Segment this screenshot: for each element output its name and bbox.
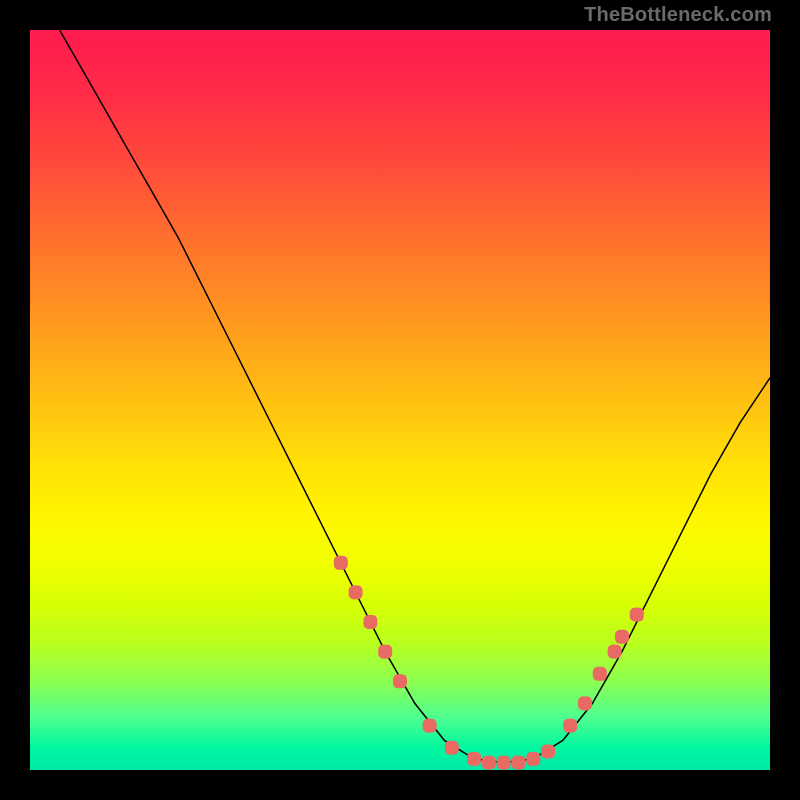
marker-point (482, 756, 496, 770)
highlighted-points-group (334, 556, 644, 770)
marker-point (511, 756, 525, 770)
marker-point (423, 719, 437, 733)
marker-point (393, 674, 407, 688)
marker-point (615, 630, 629, 644)
marker-point (578, 696, 592, 710)
marker-point (593, 667, 607, 681)
bottleneck-curve (60, 30, 770, 763)
marker-point (467, 752, 481, 766)
marker-point (497, 756, 511, 770)
marker-point (445, 741, 459, 755)
marker-point (334, 556, 348, 570)
marker-point (363, 615, 377, 629)
chart-container: TheBottleneck.com (0, 0, 800, 800)
marker-point (608, 645, 622, 659)
watermark-text: TheBottleneck.com (584, 4, 772, 27)
marker-point (526, 752, 540, 766)
marker-point (349, 585, 363, 599)
marker-point (563, 719, 577, 733)
marker-point (378, 645, 392, 659)
marker-point (630, 608, 644, 622)
chart-overlay-svg (30, 30, 770, 770)
marker-point (541, 745, 555, 759)
